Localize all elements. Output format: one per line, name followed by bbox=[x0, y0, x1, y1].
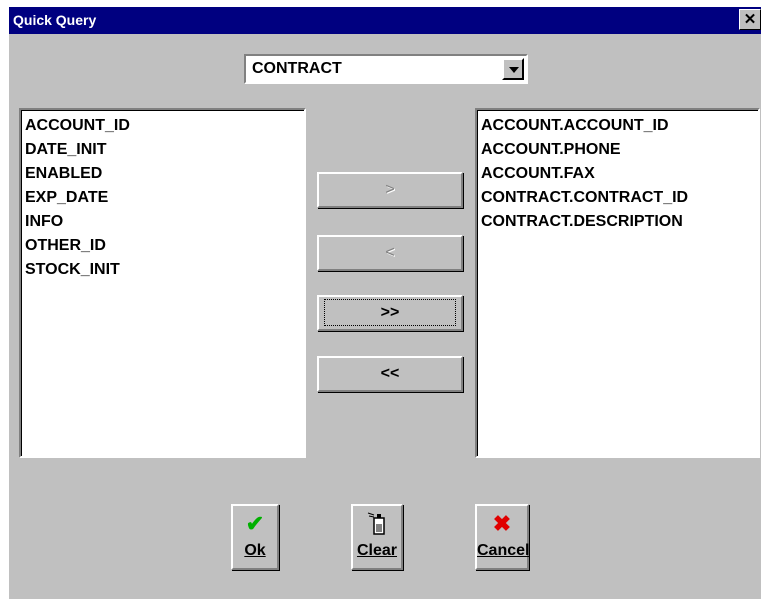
list-item[interactable]: ACCOUNT.PHONE bbox=[477, 138, 758, 162]
available-fields-list[interactable]: ACCOUNT_ID DATE_INIT ENABLED EXP_DATE INFO OT… bbox=[19, 108, 306, 458]
top-edge bbox=[0, 0, 761, 7]
ok-button[interactable]: ✔ Ok bbox=[231, 504, 279, 570]
list-item[interactable]: DATE_INIT bbox=[21, 138, 304, 162]
close-icon[interactable]: ✕ bbox=[739, 9, 761, 30]
dropdown-button[interactable] bbox=[502, 58, 524, 80]
chevron-down-icon bbox=[509, 67, 519, 73]
quick-query-window: Quick Query ✕ CONTRACT ACCOUNT_ID DATE_IN… bbox=[0, 0, 761, 599]
window-title: Quick Query bbox=[13, 12, 97, 28]
remove-field-button[interactable]: < bbox=[317, 235, 463, 271]
clear-button[interactable]: Clear bbox=[351, 504, 403, 570]
checkmark-icon: ✔ bbox=[245, 511, 265, 536]
cancel-label: Cancel bbox=[477, 542, 530, 559]
list-item[interactable]: ENABLED bbox=[21, 162, 304, 186]
list-item[interactable]: ACCOUNT.ACCOUNT_ID bbox=[477, 114, 758, 138]
eraser-icon bbox=[353, 510, 401, 538]
selected-fields-list[interactable]: ACCOUNT.ACCOUNT_ID ACCOUNT.PHONE ACCOUNT.F… bbox=[475, 108, 760, 458]
clear-label: Clear bbox=[356, 542, 398, 559]
list-item[interactable]: INFO bbox=[21, 210, 304, 234]
remove-all-button[interactable]: << bbox=[317, 356, 463, 392]
dialog-body: CONTRACT ACCOUNT_ID DATE_INIT ENABLED EXP_D… bbox=[9, 34, 761, 599]
cancel-button[interactable]: ✖ Cancel bbox=[475, 504, 529, 570]
remove-all-label: << bbox=[380, 365, 400, 382]
add-field-button[interactable]: > bbox=[317, 172, 463, 208]
list-item[interactable]: ACCOUNT.FAX bbox=[477, 162, 758, 186]
remove-field-label: < bbox=[385, 244, 395, 261]
list-item[interactable]: EXP_DATE bbox=[21, 186, 304, 210]
left-edge bbox=[0, 0, 9, 599]
list-item[interactable]: ACCOUNT_ID bbox=[21, 114, 304, 138]
table-select-value: CONTRACT bbox=[252, 60, 342, 77]
list-item[interactable]: CONTRACT.CONTRACT_ID bbox=[477, 186, 758, 210]
list-item[interactable]: OTHER_ID bbox=[21, 234, 304, 258]
list-item[interactable]: CONTRACT.DESCRIPTION bbox=[477, 210, 758, 234]
add-all-label: >> bbox=[323, 299, 457, 326]
ok-label: Ok bbox=[244, 542, 266, 559]
titlebar: Quick Query ✕ bbox=[9, 7, 761, 34]
x-icon: ✖ bbox=[492, 511, 512, 536]
add-all-button[interactable]: >> bbox=[317, 295, 463, 331]
list-item[interactable]: STOCK_INIT bbox=[21, 258, 304, 282]
add-field-label: > bbox=[385, 181, 395, 198]
table-select[interactable]: CONTRACT bbox=[244, 54, 528, 84]
